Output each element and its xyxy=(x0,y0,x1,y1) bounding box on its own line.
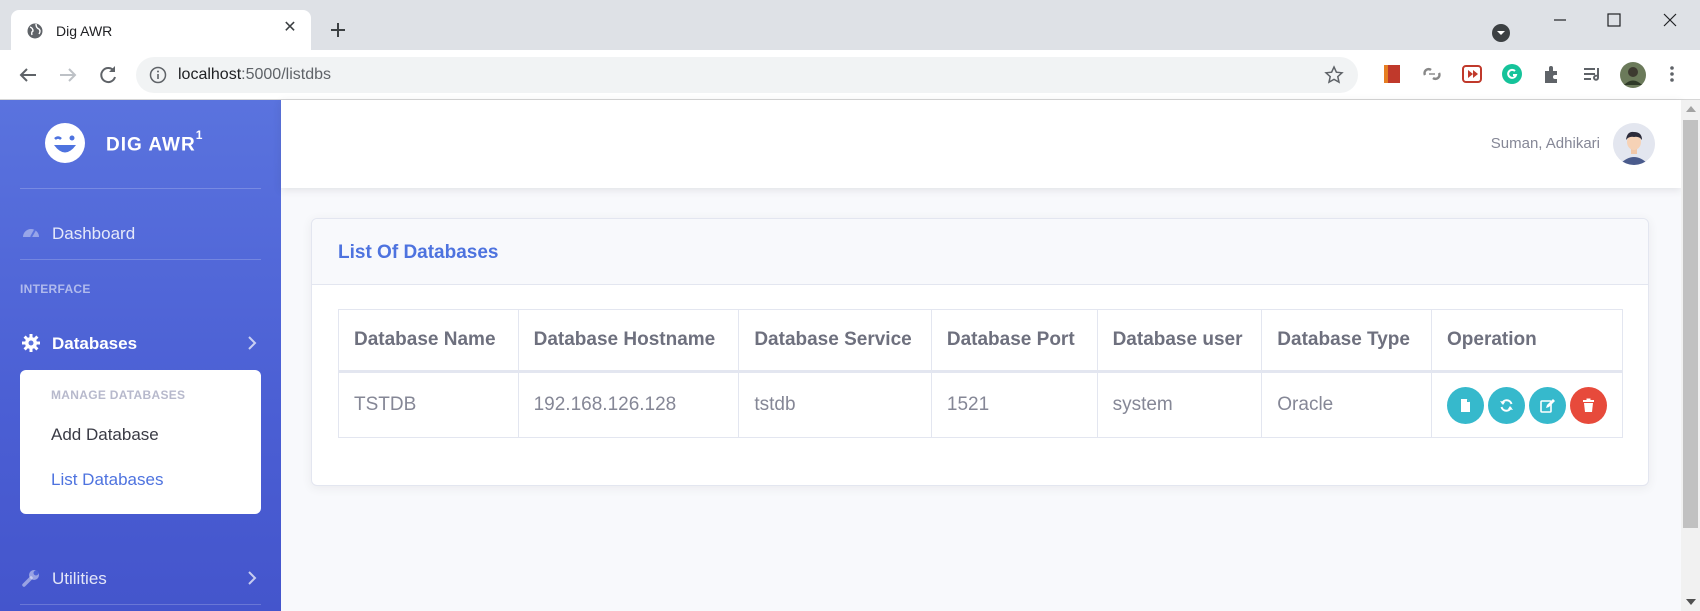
table-cell: tstdb xyxy=(738,371,932,438)
address-bar[interactable]: localhost:5000/listdbs xyxy=(136,57,1358,93)
brand-name: DIG AWR1 xyxy=(106,128,203,156)
brand-link[interactable]: DIG AWR1 xyxy=(0,100,281,188)
sidebar-item-utilities[interactable]: Utilities xyxy=(0,557,281,601)
laugh-wink-icon xyxy=(45,123,85,163)
sidebar-divider xyxy=(20,259,261,260)
sidebar-divider xyxy=(20,604,261,605)
back-icon[interactable] xyxy=(16,63,40,87)
brand-superscript: 1 xyxy=(195,128,204,142)
databases-submenu: MANAGE DATABASES Add Database List Datab… xyxy=(20,370,261,514)
scroll-thumb[interactable] xyxy=(1683,120,1698,528)
tab-search-icon[interactable] xyxy=(1491,23,1511,43)
avatar[interactable] xyxy=(1613,123,1655,165)
new-tab-icon[interactable] xyxy=(326,18,350,42)
site-info-icon[interactable] xyxy=(149,66,167,84)
maximize-icon[interactable] xyxy=(1604,10,1624,30)
browser-menu-icon[interactable] xyxy=(1661,63,1683,85)
databases-table: Database Name Database Hostname Database… xyxy=(338,309,1623,438)
edit-button[interactable] xyxy=(1529,386,1566,424)
table-header-row: Database Name Database Hostname Database… xyxy=(338,309,1623,373)
url-host: localhost xyxy=(178,66,242,83)
submenu-heading: MANAGE DATABASES xyxy=(51,388,186,402)
profile-avatar-icon[interactable] xyxy=(1619,61,1647,89)
forward-icon[interactable] xyxy=(56,63,80,87)
browser-toolbar: localhost:5000/listdbs xyxy=(0,50,1700,100)
reading-list-icon[interactable] xyxy=(1581,63,1603,85)
submenu-add-database[interactable]: Add Database xyxy=(51,425,159,445)
tab-close-icon[interactable]: ✕ xyxy=(281,19,299,37)
card-title: List Of Databases xyxy=(338,242,499,263)
file-icon xyxy=(1461,398,1470,412)
column-header: Database user xyxy=(1096,309,1263,373)
edit-icon xyxy=(1540,398,1555,413)
column-header: Database Hostname xyxy=(517,309,740,373)
table-cell: 1521 xyxy=(930,371,1098,438)
extension-link-icon[interactable] xyxy=(1421,63,1443,85)
column-header: Database Type xyxy=(1261,309,1432,373)
trash-icon xyxy=(1583,398,1594,412)
user-name[interactable]: Suman, Adhikari xyxy=(1491,135,1600,152)
sidebar-divider xyxy=(20,188,261,189)
operation-buttons xyxy=(1447,386,1607,424)
url-text: localhost:5000/listdbs xyxy=(178,66,331,84)
sidebar-item-label: Utilities xyxy=(52,569,107,588)
sidebar: DIG AWR1 Dashboard INTERFACE Databases M… xyxy=(0,100,281,611)
user-avatar-icon xyxy=(1613,123,1655,165)
cog-icon xyxy=(22,334,40,352)
sync-icon xyxy=(1500,398,1513,412)
table-cell: TSTDB xyxy=(338,371,519,438)
wrench-icon xyxy=(22,570,39,587)
page-scrollbar[interactable] xyxy=(1681,100,1700,611)
view-button[interactable] xyxy=(1447,386,1484,424)
card-header: List Of Databases xyxy=(312,219,1648,285)
table-cell: system xyxy=(1096,371,1263,438)
brand-text: DIG AWR xyxy=(106,134,196,156)
table-cell: Oracle xyxy=(1261,371,1432,438)
sidebar-heading-interface: INTERFACE xyxy=(20,282,91,296)
databases-card: List Of Databases Database Name Database… xyxy=(311,218,1649,486)
extensions-puzzle-icon[interactable] xyxy=(1541,63,1563,85)
column-header: Operation xyxy=(1431,309,1623,373)
bookmark-star-icon[interactable] xyxy=(1324,65,1344,85)
browser-tabstrip: Dig AWR ✕ xyxy=(0,0,1700,50)
sidebar-item-label: Dashboard xyxy=(52,224,136,243)
scroll-up-icon[interactable] xyxy=(1686,106,1696,112)
reload-icon[interactable] xyxy=(96,63,120,87)
submenu-list-databases[interactable]: List Databases xyxy=(51,470,163,490)
table-row: TSTDB 192.168.126.128 tstdb 1521 system … xyxy=(338,371,1623,438)
tachometer-icon xyxy=(23,229,39,238)
tab-title: Dig AWR xyxy=(56,23,113,39)
extension-media-icon[interactable] xyxy=(1461,63,1483,85)
grammarly-icon[interactable] xyxy=(1501,63,1523,85)
refresh-button[interactable] xyxy=(1488,386,1525,424)
browser-tab[interactable]: Dig AWR ✕ xyxy=(11,10,311,50)
extension-book-icon[interactable] xyxy=(1381,63,1403,85)
column-header: Database Port xyxy=(930,309,1098,373)
column-header: Database Service xyxy=(738,309,932,373)
close-window-icon[interactable] xyxy=(1660,10,1680,30)
topbar: Suman, Adhikari xyxy=(281,100,1681,188)
scroll-down-icon[interactable] xyxy=(1686,599,1696,605)
delete-button[interactable] xyxy=(1570,386,1607,424)
sidebar-item-databases[interactable]: Databases xyxy=(0,322,281,366)
chevron-right-icon xyxy=(248,336,257,350)
chevron-right-icon xyxy=(248,571,257,585)
sidebar-item-label: Databases xyxy=(52,334,138,353)
table-cell: 192.168.126.128 xyxy=(517,371,740,438)
url-path: :5000/listdbs xyxy=(241,66,331,83)
sidebar-item-dashboard[interactable]: Dashboard xyxy=(0,212,281,256)
minimize-icon[interactable] xyxy=(1550,10,1570,30)
globe-icon xyxy=(27,23,43,39)
column-header: Database Name xyxy=(338,309,519,373)
operations-cell xyxy=(1431,371,1623,438)
